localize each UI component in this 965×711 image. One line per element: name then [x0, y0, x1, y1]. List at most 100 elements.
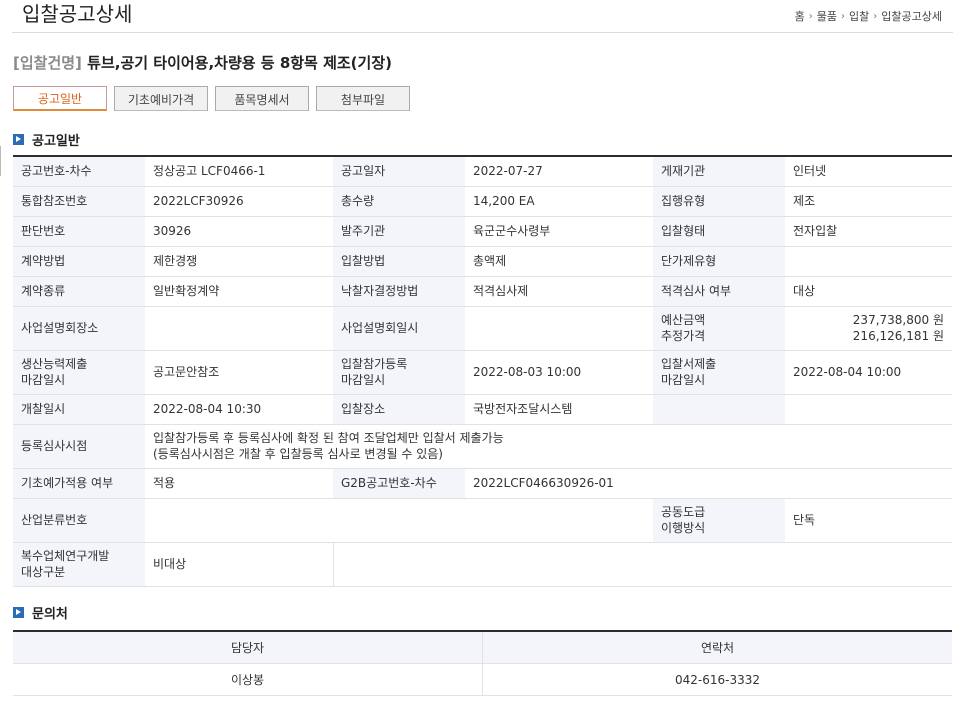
label-multi-rnd: 복수업체연구개발 대상구분: [13, 542, 145, 587]
label-ref-no: 통합참조번호: [13, 186, 145, 217]
label-submission-deadline: 입찰서제출 마감일시: [653, 350, 785, 395]
value-award-method: 적격심사제: [465, 276, 653, 307]
value-contract-kind: 일반확정계약: [145, 276, 333, 307]
label-total-qty: 총수량: [333, 186, 465, 217]
table-row: 등록심사시점 입찰참가등록 후 등록심사에 확정 된 참여 조달업체만 입찰서 …: [13, 424, 952, 469]
review-line-1: 입찰참가등록 후 등록심사에 확정 된 참여 조달업체만 입찰서 제출가능: [153, 431, 504, 445]
label-line: 생산능력제출: [21, 357, 88, 371]
label-line: 입찰참가등록: [341, 357, 408, 371]
section-contact-label: 문의처: [32, 607, 68, 622]
value-ordering-org: 육군군수사령부: [465, 216, 653, 247]
value-bid-place: 국방전자조달시스템: [465, 394, 653, 425]
breadcrumb-home[interactable]: 홈: [795, 8, 805, 24]
table-row: 이상봉 042-616-3332: [13, 663, 952, 696]
table-row: 생산능력제출 마감일시 공고문안참조 입찰참가등록 마감일시 2022-08-0…: [13, 350, 952, 395]
chevron-right-icon: ›: [873, 10, 878, 22]
label-g2b-no: G2B공고번호-차수: [333, 468, 465, 499]
value-briefing-time: [465, 306, 653, 351]
value-qualification: 대상: [785, 276, 952, 307]
empty-cell: [333, 542, 952, 587]
label-industry-code: 산업분류번호: [13, 498, 145, 543]
value-bid-form: 전자입찰: [785, 216, 952, 247]
label-budget: 예산금액: [661, 313, 706, 327]
value-multi-rnd: 비대상: [145, 542, 334, 587]
tab-item-spec[interactable]: 품목명세서: [215, 86, 309, 111]
value-estimate: 216,126,181 원: [852, 329, 944, 343]
table-row: 기초예가적용 여부 적용 G2B공고번호-차수 2022LCF046630926…: [13, 468, 952, 499]
section-contact-heading: 문의처: [13, 603, 68, 622]
label-capacity-deadline: 생산능력제출 마감일시: [13, 350, 145, 395]
value-exec-type: 제조: [785, 186, 952, 217]
label-line: 공동도급: [661, 505, 706, 519]
label-judge-no: 판단번호: [13, 216, 145, 247]
value-notice-date: 2022-07-27: [465, 156, 653, 187]
bid-name: 튜브,공기 타이어용,차량용 등 8항목 제조(기장): [87, 54, 392, 72]
value-budget: 237,738,800 원: [852, 313, 944, 327]
value-base-price-applied: 적용: [145, 468, 333, 499]
table-row: 통합참조번호 2022LCF30926 총수량 14,200 EA 집행유형 제…: [13, 186, 952, 217]
label-notice-no: 공고번호-차수: [13, 156, 145, 187]
table-row: 사업설명회장소 사업설명회일시 예산금액 추정가격 237,738,800 원 …: [13, 306, 952, 351]
tab-attachments[interactable]: 첨부파일: [316, 86, 410, 111]
label-registration-deadline: 입찰참가등록 마감일시: [333, 350, 465, 395]
label-line: 이행방식: [661, 521, 706, 535]
value-judge-no: 30926: [145, 216, 333, 247]
label-notice-date: 공고일자: [333, 156, 465, 187]
general-info-table: 공고번호-차수 정상공고 LCF0466-1 공고일자 2022-07-27 게…: [13, 155, 952, 587]
value-budget-estimate: 237,738,800 원 216,126,181 원: [785, 306, 952, 351]
tab-base-price[interactable]: 기초예비가격: [114, 86, 208, 111]
bullet-arrow-icon: [13, 607, 24, 618]
value-opening-time: 2022-08-04 10:30: [145, 394, 333, 425]
value-notice-no: 정상공고 LCF0466-1: [145, 156, 333, 187]
tab-general[interactable]: 공고일반: [13, 86, 107, 111]
label-line: 마감일시: [341, 373, 386, 387]
label-award-method: 낙찰자결정방법: [333, 276, 465, 307]
chevron-right-icon: ›: [808, 10, 813, 22]
value-phone: 042-616-3332: [482, 663, 952, 696]
label-briefing-time: 사업설명회일시: [333, 306, 465, 351]
table-row: 판단번호 30926 발주기관 육군군수사령부 입찰형태 전자입찰: [13, 216, 952, 247]
bid-headline: [입찰건명] 튜브,공기 타이어용,차량용 등 8항목 제조(기장): [13, 52, 392, 73]
title-divider: [12, 32, 953, 33]
label-contract-kind: 계약종류: [13, 276, 145, 307]
label-briefing-place: 사업설명회장소: [13, 306, 145, 351]
table-row: 복수업체연구개발 대상구분 비대상: [13, 542, 952, 587]
label-ordering-org: 발주기관: [333, 216, 465, 247]
scroll-edge: [0, 146, 4, 176]
label-unit-price-type: 단가제유형: [653, 246, 785, 277]
label-estimate: 추정가격: [661, 329, 706, 343]
value-publisher: 인터넷: [785, 156, 952, 187]
value-industry-code: [145, 498, 653, 543]
label-exec-type: 집행유형: [653, 186, 785, 217]
section-general-label: 공고일반: [32, 134, 80, 149]
value-briefing-place: [145, 306, 333, 351]
review-line-2: (등록심사시점은 개찰 후 입찰등록 심사로 변경될 수 있음): [153, 447, 443, 461]
label-contract-method: 계약방법: [13, 246, 145, 277]
value-ref-no: 2022LCF30926: [145, 186, 333, 217]
value-capacity-deadline: 공고문안참조: [145, 350, 333, 395]
table-row: 공고번호-차수 정상공고 LCF0466-1 공고일자 2022-07-27 게…: [13, 156, 952, 187]
breadcrumb-goods[interactable]: 물품: [817, 8, 837, 24]
value-joint-contract: 단독: [785, 498, 952, 543]
label-review-point: 등록심사시점: [13, 424, 145, 469]
breadcrumb-bid[interactable]: 입찰: [849, 8, 869, 24]
col-phone: 연락처: [482, 631, 952, 664]
bullet-arrow-icon: [13, 134, 24, 145]
label-bid-method: 입찰방법: [333, 246, 465, 277]
table-row: 개찰일시 2022-08-04 10:30 입찰장소 국방전자조달시스템: [13, 394, 952, 425]
label-base-price-applied: 기초예가적용 여부: [13, 468, 145, 499]
label-publisher: 게재기관: [653, 156, 785, 187]
table-row: 계약종류 일반확정계약 낙찰자결정방법 적격심사제 적격심사 여부 대상: [13, 276, 952, 307]
breadcrumb: 홈 › 물품 › 입찰 › 입찰공고상세: [795, 8, 942, 24]
table-header-row: 담당자 연락처: [13, 631, 952, 664]
page-title: 입찰공고상세: [22, 2, 133, 26]
label-opening-time: 개찰일시: [13, 394, 145, 425]
section-general-heading: 공고일반: [13, 130, 80, 149]
col-manager: 담당자: [13, 631, 483, 664]
value-manager: 이상봉: [13, 663, 483, 696]
value-bid-method: 총액제: [465, 246, 653, 277]
value-empty: [785, 394, 952, 425]
breadcrumb-current: 입찰공고상세: [881, 10, 942, 23]
chevron-right-icon: ›: [841, 10, 846, 22]
value-registration-deadline: 2022-08-03 10:00: [465, 350, 653, 395]
